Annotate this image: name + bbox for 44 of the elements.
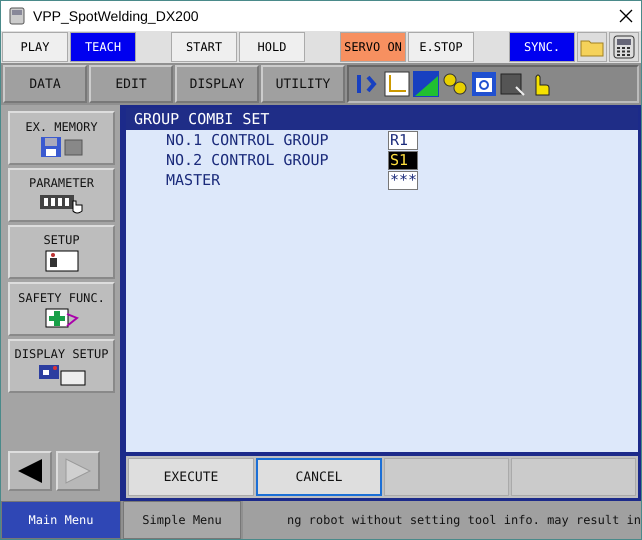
pendant-icon — [613, 35, 635, 59]
side-menu-button[interactable]: SAFETY FUNC. — [8, 282, 115, 336]
mode-button[interactable]: HOLD — [239, 32, 305, 62]
setting-value[interactable]: S1 — [388, 150, 418, 170]
gears-icon — [442, 71, 468, 97]
panel-title: GROUP COMBI SET — [126, 108, 638, 130]
menu-tab[interactable]: EDIT — [89, 65, 173, 103]
menu-tab[interactable]: DISPLAY — [175, 65, 259, 103]
pendant-icon — [9, 7, 25, 25]
side-menu-button[interactable]: EX. MEMORY — [8, 111, 115, 165]
display-setup-icon — [38, 364, 86, 386]
mode-button[interactable]: SYNC. — [509, 32, 575, 62]
setting-label: MASTER — [166, 171, 222, 189]
dip-switch-icon — [38, 192, 84, 214]
previous-button[interactable] — [8, 451, 52, 491]
pendant-button[interactable] — [609, 32, 639, 62]
setting-value[interactable]: R1 — [388, 130, 418, 150]
setting-value[interactable]: *** — [388, 170, 418, 190]
setting-label: NO.2 CONTROL GROUP — [166, 151, 330, 169]
menu-tab[interactable]: UTILITY — [261, 65, 345, 103]
axes-icon — [384, 71, 410, 97]
window-title: VPP_SpotWelding_DX200 — [33, 8, 200, 24]
status-message: ng robot without setting tool info. may result in — [243, 501, 641, 539]
cross-sign-icon — [44, 308, 78, 328]
side-menu-button[interactable]: PARAMETER — [8, 168, 115, 222]
action-button[interactable]: EXECUTE — [128, 458, 254, 496]
action-button[interactable]: CANCEL — [256, 458, 382, 496]
mode-button[interactable]: E.STOP — [408, 32, 474, 62]
right-arrow-icon — [64, 457, 92, 485]
mode-button[interactable]: PLAY — [2, 32, 68, 62]
menu-tab[interactable]: DATA — [3, 65, 87, 103]
left-arrow-icon — [16, 457, 44, 485]
menu-mode-tab[interactable]: Simple Menu — [123, 501, 241, 539]
close-icon[interactable] — [619, 9, 633, 23]
setup-panel-icon — [44, 250, 78, 272]
mode-button[interactable]: START — [171, 32, 237, 62]
menu-mode-tab[interactable]: Main Menu — [1, 501, 121, 539]
side-menu-button[interactable]: SETUP — [8, 225, 115, 279]
side-menu-button[interactable]: DISPLAY SETUP — [8, 339, 115, 393]
floppy-disk-icon — [40, 136, 82, 156]
servo-on-button[interactable]: SERVO ON — [340, 32, 406, 62]
setting-label: NO.1 CONTROL GROUP — [166, 131, 330, 149]
screen-icon — [500, 71, 526, 97]
mode-button[interactable]: TEACH — [70, 32, 136, 62]
